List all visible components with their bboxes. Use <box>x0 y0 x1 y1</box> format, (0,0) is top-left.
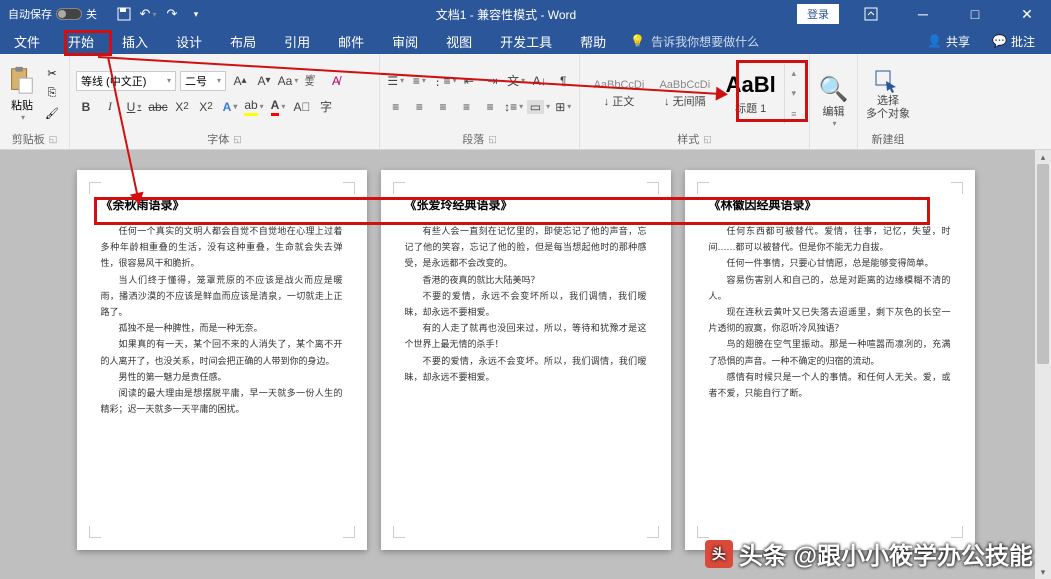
document-page-3[interactable]: 《林徽因经典语录》 任何东西都可被替代。爱情，往事，记忆，失望，时间……都可以被… <box>685 170 975 550</box>
text-effects-button[interactable]: A▾ <box>220 97 240 117</box>
paragraph-launcher[interactable]: ◱ <box>488 134 497 145</box>
page-body: 任何一个真实的文明人都会自觉不自觉地在心理上过着多种年龄相重叠的生活，没有这种重… <box>101 223 343 417</box>
show-marks-button[interactable]: ¶ <box>553 71 573 91</box>
menu-view[interactable]: 视图 <box>432 28 486 54</box>
bold-button[interactable]: B <box>76 97 96 117</box>
superscript-button[interactable]: X2 <box>196 97 216 117</box>
styles-down-icon[interactable]: ▾ <box>792 88 797 99</box>
save-icon[interactable] <box>115 5 133 23</box>
comments-button[interactable]: 💬批注 <box>986 31 1041 52</box>
login-button[interactable]: 登录 <box>797 4 839 24</box>
ribbon-options-icon[interactable] <box>851 0 891 28</box>
copy-button[interactable]: ⎘ <box>42 85 62 103</box>
minimize-button[interactable]: ─ <box>903 0 943 28</box>
watermark: 头 头条 @跟小小筱学办公技能 <box>705 536 1033 571</box>
menu-home[interactable]: 开始 <box>54 28 108 54</box>
menu-help[interactable]: 帮助 <box>566 28 620 54</box>
decrease-font-button[interactable]: A▾ <box>254 71 274 91</box>
editing-button[interactable]: 🔍 编辑 ▾ <box>818 75 850 128</box>
menu-design[interactable]: 设计 <box>162 28 216 54</box>
menu-insert[interactable]: 插入 <box>108 28 162 54</box>
phonetic-guide-button[interactable]: 雯wén <box>302 71 322 91</box>
paragraph-group-label: 段落 <box>462 131 484 147</box>
qat-customize-icon[interactable]: ▾ <box>187 5 205 23</box>
lightbulb-icon: 💡 <box>630 34 645 48</box>
page-title: 《林徽因经典语录》 <box>709 196 951 213</box>
select-group-label: 新建组 <box>872 131 905 147</box>
menu-references[interactable]: 引用 <box>270 28 324 54</box>
highlight-button[interactable]: ab▾ <box>244 97 264 117</box>
menu-developer[interactable]: 开发工具 <box>486 28 566 54</box>
watermark-icon: 头 <box>705 540 733 568</box>
select-icon <box>872 67 904 95</box>
styles-up-icon[interactable]: ▴ <box>792 68 797 79</box>
style-normal[interactable]: AaBbCcDi ↓ 正文 <box>586 64 652 124</box>
change-case-button[interactable]: Aa▾ <box>278 71 298 91</box>
subscript-button[interactable]: X2 <box>172 97 192 117</box>
shading-button[interactable]: ▭▾ <box>527 97 549 117</box>
comment-icon: 💬 <box>992 34 1007 48</box>
sort-button[interactable]: A↓ <box>530 71 550 91</box>
line-spacing-button[interactable]: ↕≡▾ <box>504 97 524 117</box>
increase-font-button[interactable]: A▴ <box>230 71 250 91</box>
styles-more-icon[interactable]: ≡ <box>791 109 796 119</box>
page-body: 任何东西都可被替代。爱情，往事，记忆，失望，时间……都可以被替代。但是你不能无力… <box>709 223 951 401</box>
strikethrough-button[interactable]: abc <box>148 97 168 117</box>
borders-button[interactable]: ⊞▾ <box>553 97 573 117</box>
share-icon: 👤 <box>927 34 942 48</box>
font-launcher[interactable]: ◱ <box>233 134 242 145</box>
format-painter-button[interactable]: 🖌 <box>42 105 62 123</box>
clipboard-launcher[interactable]: ◱ <box>49 134 58 145</box>
enclose-char-button[interactable]: 字 <box>316 97 336 117</box>
underline-button[interactable]: U▾ <box>124 97 144 117</box>
paste-button[interactable]: 粘贴▾ <box>6 65 38 122</box>
font-name-select[interactable]: 等线 (中文正)▾ <box>76 71 176 91</box>
document-page-2[interactable]: 《张爱玲经典语录》 有些人会一直刻在记忆里的，即使忘记了他的声音，忘记了他的笑容… <box>381 170 671 550</box>
menu-file[interactable]: 文件 <box>0 28 54 54</box>
font-group-label: 字体 <box>207 131 229 147</box>
align-center-button[interactable]: ≡ <box>410 97 430 117</box>
clipboard-group-label: 剪贴板 <box>12 131 45 147</box>
undo-icon[interactable]: ↶▾ <box>139 5 157 23</box>
align-left-button[interactable]: ≡ <box>386 97 406 117</box>
clipboard-icon <box>6 65 38 97</box>
redo-icon[interactable]: ↷ <box>163 5 181 23</box>
distribute-button[interactable]: ≡ <box>480 97 500 117</box>
styles-launcher[interactable]: ◱ <box>703 134 712 145</box>
menu-mailings[interactable]: 邮件 <box>324 28 378 54</box>
cut-button[interactable]: ✂ <box>42 65 62 83</box>
document-page-1[interactable]: 《余秋雨语录》 任何一个真实的文明人都会自觉不自觉地在心理上过着多种年龄相重叠的… <box>77 170 367 550</box>
font-color-button[interactable]: A▾ <box>268 97 288 117</box>
annotation-arrowhead-1 <box>716 87 729 102</box>
justify-button[interactable]: ≡ <box>457 97 477 117</box>
align-right-button[interactable]: ≡ <box>433 97 453 117</box>
window-title: 文档1 - 兼容性模式 - Word <box>215 6 797 23</box>
svg-text:wén: wén <box>306 74 315 80</box>
autosave-toggle[interactable]: 自动保存 关 <box>0 6 105 22</box>
menu-layout[interactable]: 布局 <box>216 28 270 54</box>
select-objects-button[interactable]: 选择 多个对象 <box>866 67 910 119</box>
menu-review[interactable]: 审阅 <box>378 28 432 54</box>
vertical-scrollbar[interactable]: ▴ ▾ <box>1035 150 1051 579</box>
numbering-button[interactable]: ≡▾ <box>410 71 430 91</box>
font-size-select[interactable]: 二号▾ <box>180 71 226 91</box>
maximize-button[interactable]: □ <box>955 0 995 28</box>
styles-group-label: 样式 <box>677 131 699 147</box>
tell-me-search[interactable]: 💡 告诉我你想要做什么 <box>630 28 759 54</box>
page-body: 有些人会一直刻在记忆里的，即使忘记了他的声音，忘记了他的笑容，忘记了他的脸，但是… <box>405 223 647 385</box>
close-button[interactable]: ✕ <box>1007 0 1047 28</box>
multilevel-button[interactable]: ⋮≡▾ <box>433 71 455 91</box>
share-button[interactable]: 👤共享 <box>921 31 976 52</box>
clear-formatting-button[interactable]: A̸ <box>326 71 346 91</box>
char-shading-button[interactable]: A⃞ <box>292 97 312 117</box>
page-title: 《张爱玲经典语录》 <box>405 196 647 213</box>
search-icon: 🔍 <box>818 75 850 103</box>
